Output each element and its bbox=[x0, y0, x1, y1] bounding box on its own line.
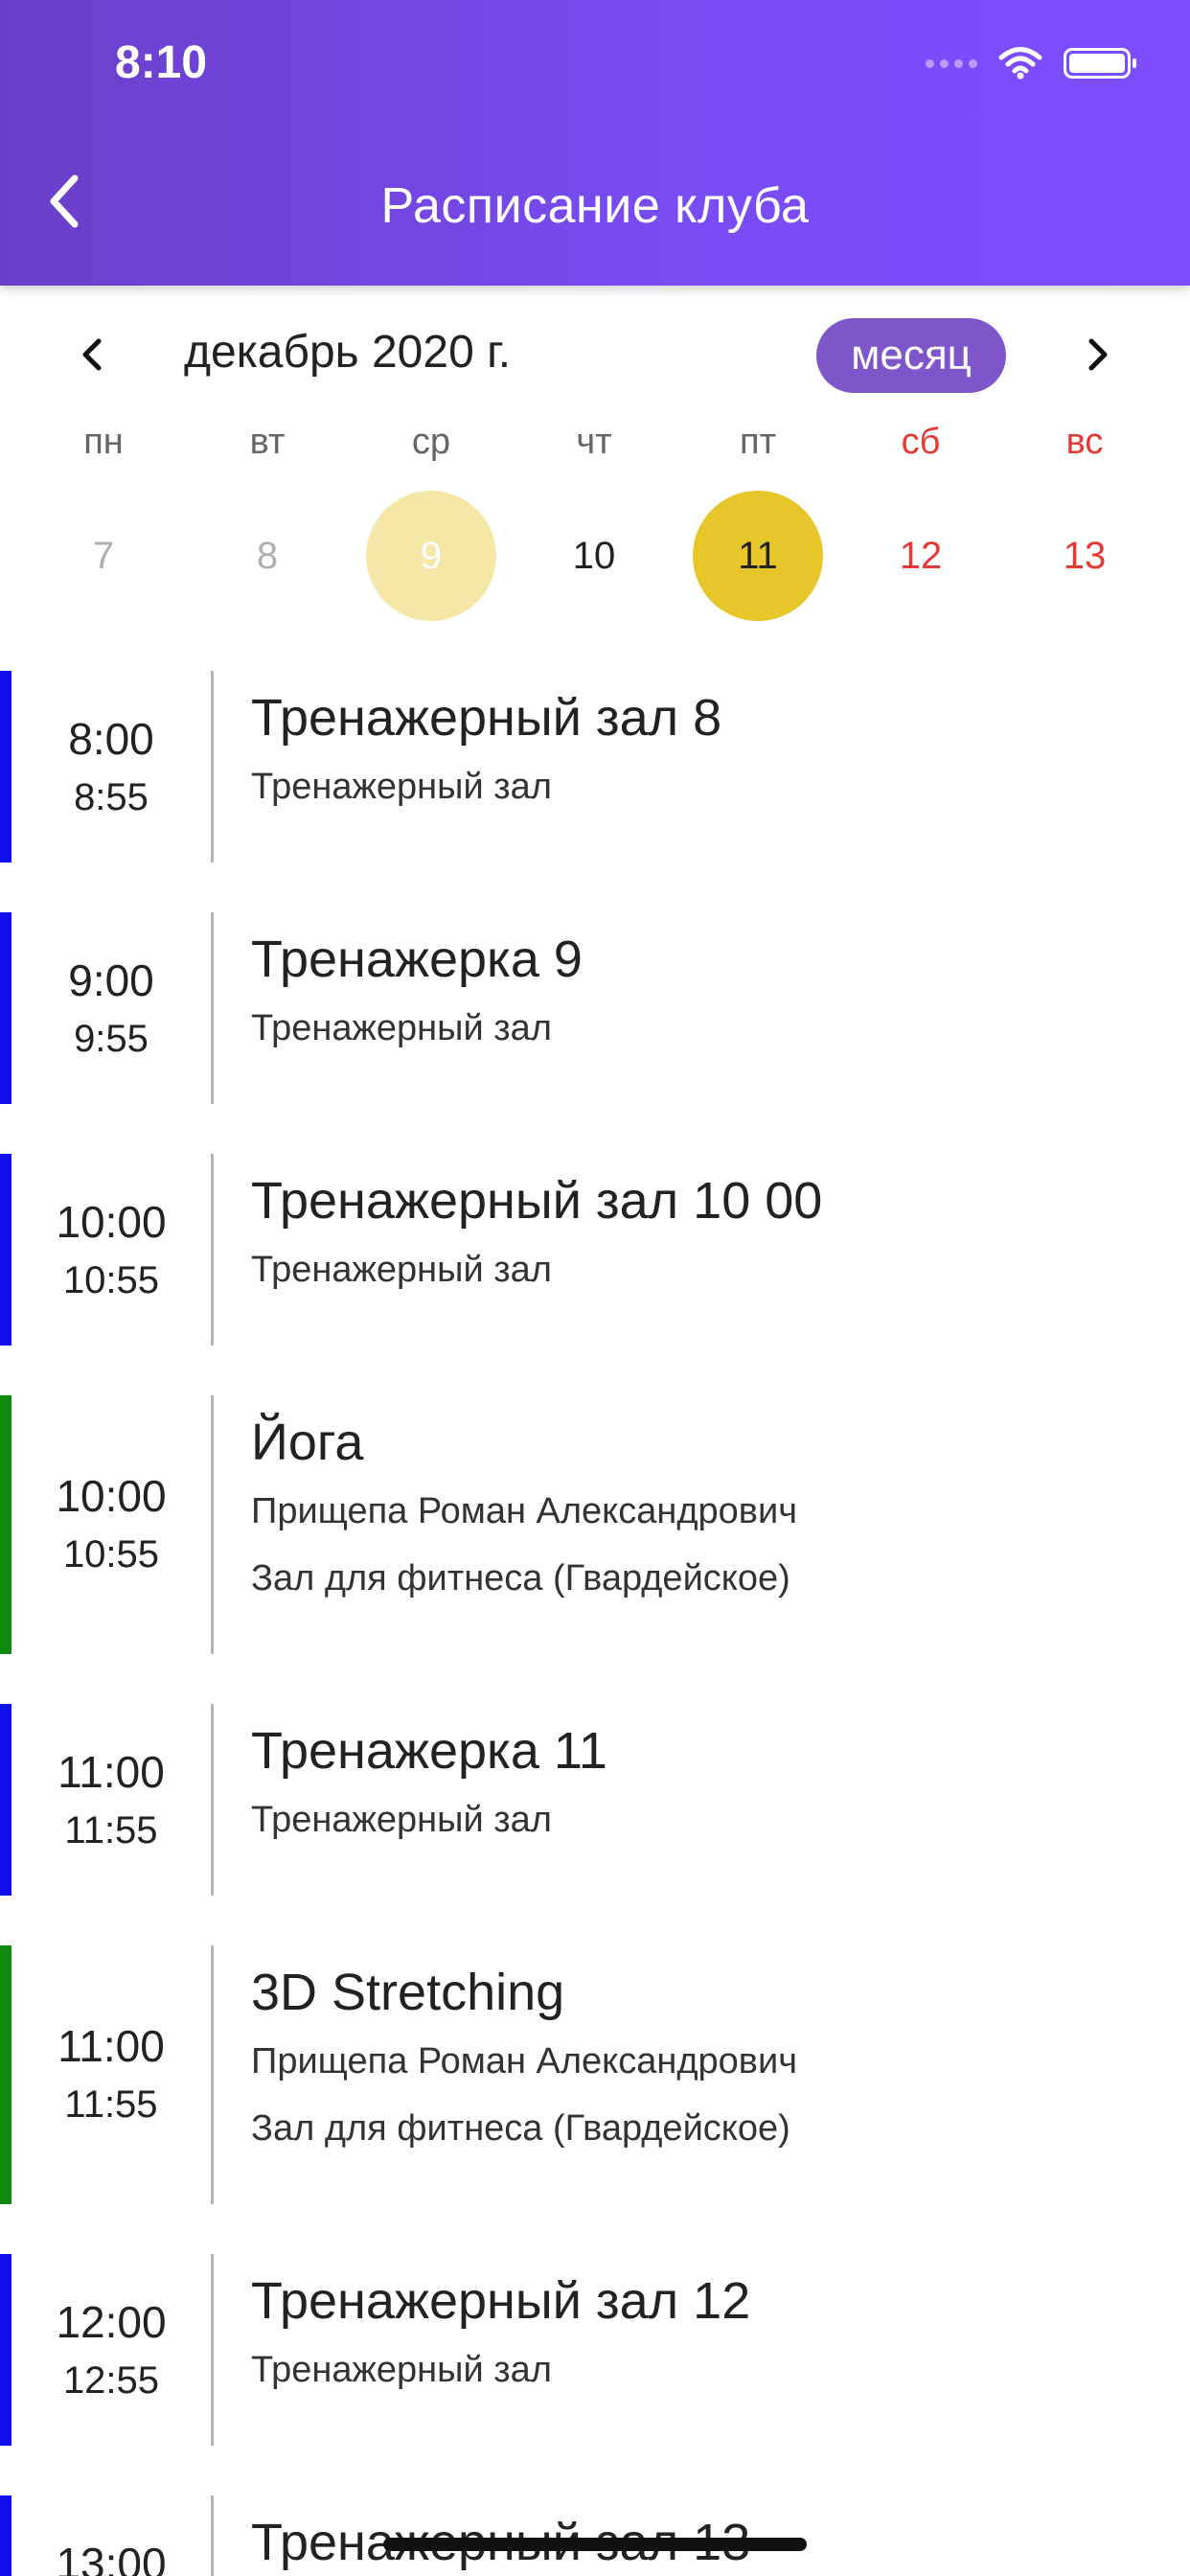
event-location: Тренажерный зал bbox=[251, 767, 552, 807]
wifi-icon bbox=[998, 47, 1042, 80]
weekday-mon: пн bbox=[83, 422, 124, 462]
category-bar bbox=[0, 1395, 11, 1654]
end-time: 9:55 bbox=[74, 1018, 149, 1060]
chevron-left-icon bbox=[82, 338, 102, 371]
prev-month-button[interactable] bbox=[63, 326, 121, 383]
divider bbox=[211, 2254, 214, 2446]
weekday-thu: чт bbox=[576, 422, 612, 462]
divider bbox=[211, 1945, 214, 2204]
month-view-toggle[interactable]: месяц bbox=[816, 318, 1006, 393]
end-time: 11:55 bbox=[64, 2083, 158, 2126]
calendar-navigation: декабрь 2020 г. месяц bbox=[0, 316, 1190, 393]
event-location: Тренажерный зал bbox=[251, 1800, 552, 1840]
start-time: 11:00 bbox=[57, 2021, 165, 2071]
schedule-item[interactable]: 13:00 Тренажерный зал 13 bbox=[0, 2496, 1190, 2576]
category-bar bbox=[0, 912, 11, 1104]
start-time: 9:00 bbox=[68, 955, 154, 1005]
page-title: Расписание клуба bbox=[380, 178, 810, 234]
event-location: Тренажерный зал bbox=[251, 2350, 552, 2390]
next-month-button[interactable] bbox=[1069, 326, 1127, 383]
event-title: Йога bbox=[251, 1414, 364, 1471]
home-indicator bbox=[383, 2538, 807, 2551]
event-title: Тренажерный зал 12 bbox=[251, 2272, 751, 2330]
battery-icon bbox=[1064, 48, 1136, 79]
day-cell-selected[interactable]: 11 bbox=[693, 491, 823, 621]
day-cell[interactable]: 10 bbox=[529, 491, 659, 621]
divider bbox=[211, 1395, 214, 1654]
category-bar bbox=[0, 2254, 11, 2446]
event-location: Тренажерный зал bbox=[251, 1250, 552, 1290]
divider bbox=[211, 1704, 214, 1896]
category-bar bbox=[0, 671, 11, 862]
category-bar bbox=[0, 1704, 11, 1896]
start-time: 13:00 bbox=[56, 2539, 167, 2576]
weekday-wed: ср bbox=[411, 422, 451, 462]
weekday-tue: вт bbox=[249, 422, 286, 462]
event-title: Тренажерка 9 bbox=[251, 931, 583, 988]
category-bar bbox=[0, 1154, 11, 1346]
schedule-item[interactable]: 10:00 10:55 Тренажерный зал 10 00 Тренаж… bbox=[0, 1154, 1190, 1346]
weekday-row: пн вт ср чт пт сб вс bbox=[0, 422, 1190, 479]
signal-icon bbox=[926, 58, 977, 68]
status-icons bbox=[926, 44, 1136, 82]
divider bbox=[211, 2496, 214, 2576]
start-time: 11:00 bbox=[57, 1747, 165, 1797]
month-label: декабрь 2020 г. bbox=[184, 327, 512, 378]
schedule-item[interactable]: 9:00 9:55 Тренажерка 9 Тренажерный зал bbox=[0, 912, 1190, 1104]
schedule-item[interactable]: 12:00 12:55 Тренажерный зал 12 Тренажерн… bbox=[0, 2254, 1190, 2446]
event-title: Тренажерный зал 8 bbox=[251, 689, 722, 747]
event-location: Тренажерный зал bbox=[251, 1008, 552, 1048]
start-time: 10:00 bbox=[56, 1471, 167, 1521]
event-title: Тренажерка 11 bbox=[251, 1722, 607, 1780]
day-cell-today[interactable]: 9 bbox=[366, 491, 496, 621]
app-header: 8:10 Расписание клуба bbox=[0, 0, 1190, 286]
week-days-row: 7 8 9 10 11 12 13 bbox=[0, 491, 1190, 621]
start-time: 12:00 bbox=[56, 2297, 167, 2347]
event-trainer: Прищепа Роман Александрович bbox=[251, 2041, 797, 2082]
category-bar bbox=[0, 2496, 11, 2576]
day-cell[interactable]: 12 bbox=[856, 491, 986, 621]
end-time: 8:55 bbox=[74, 776, 149, 818]
end-time: 10:55 bbox=[62, 1533, 160, 1576]
divider bbox=[211, 912, 214, 1104]
day-cell[interactable]: 13 bbox=[1019, 491, 1150, 621]
chevron-right-icon bbox=[1088, 338, 1108, 371]
schedule-item[interactable]: 11:00 11:55 3D Stretching Прищепа Роман … bbox=[0, 1945, 1190, 2204]
day-cell[interactable]: 7 bbox=[38, 491, 169, 621]
weekday-fri: пт bbox=[740, 422, 776, 462]
end-time: 11:55 bbox=[64, 1809, 158, 1852]
status-time: 8:10 bbox=[115, 37, 208, 88]
event-location: Зал для фитнеса (Гвардейское) bbox=[251, 2108, 790, 2149]
weekday-sat: сб bbox=[901, 422, 941, 462]
event-trainer: Прищепа Роман Александрович bbox=[251, 1491, 797, 1531]
schedule-item[interactable]: 8:00 8:55 Тренажерный зал 8 Тренажерный … bbox=[0, 671, 1190, 862]
schedule-item[interactable]: 10:00 10:55 Йога Прищепа Роман Александр… bbox=[0, 1395, 1190, 1654]
start-time: 10:00 bbox=[56, 1197, 167, 1247]
schedule-item[interactable]: 11:00 11:55 Тренажерка 11 Тренажерный за… bbox=[0, 1704, 1190, 1896]
event-location: Зал для фитнеса (Гвардейское) bbox=[251, 1558, 790, 1598]
event-title: 3D Stretching bbox=[251, 1964, 565, 2021]
divider bbox=[211, 1154, 214, 1346]
start-time: 8:00 bbox=[68, 714, 154, 764]
day-cell[interactable]: 8 bbox=[202, 491, 332, 621]
category-bar bbox=[0, 1945, 11, 2204]
weekday-sun: вс bbox=[1065, 422, 1104, 462]
end-time: 10:55 bbox=[62, 1259, 160, 1301]
event-title: Тренажерный зал 10 00 bbox=[251, 1172, 823, 1230]
divider bbox=[211, 671, 214, 862]
end-time: 12:55 bbox=[62, 2359, 160, 2402]
